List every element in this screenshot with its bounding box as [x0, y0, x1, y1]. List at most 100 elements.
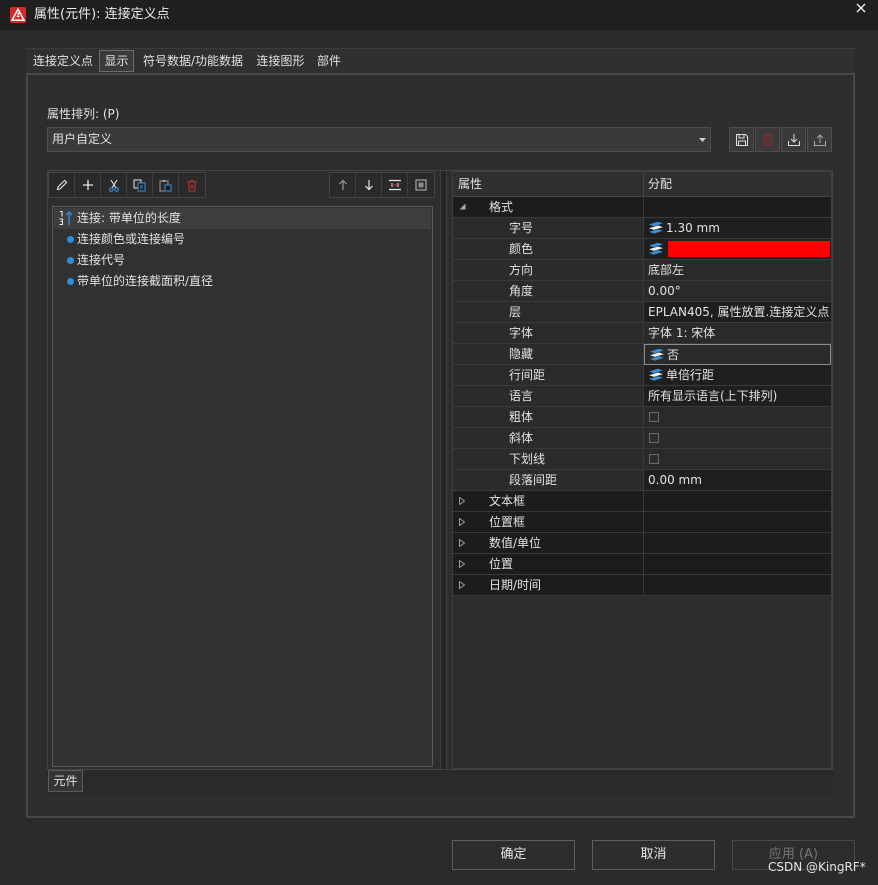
category-name: 日期/时间	[489, 578, 542, 592]
chevron-down-icon	[699, 138, 706, 142]
cut-button[interactable]	[101, 173, 127, 197]
property-value-direction[interactable]: 底部左	[644, 260, 831, 281]
list-item[interactable]: 连接颜色或连接编号	[54, 229, 431, 250]
arrangement-dropdown[interactable]: 用户自定义	[47, 127, 711, 152]
title-bar: 属性(元件): 连接定义点	[0, 0, 878, 30]
arrow-down-icon	[364, 179, 374, 191]
panel-splitter[interactable]	[440, 171, 447, 769]
list-item-label: 连接: 带单位的长度	[77, 211, 181, 225]
insert-separator-icon	[388, 179, 402, 191]
cancel-button[interactable]: 取消	[592, 840, 715, 870]
value-text: 所有显示语言(上下排列)	[648, 389, 778, 403]
layer-stack-icon	[648, 221, 664, 235]
category-row-date-time[interactable]: 日期/时间	[453, 575, 831, 596]
save-arrangement-button[interactable]	[729, 127, 754, 152]
property-value-font-size[interactable]: 1.30 mm	[644, 218, 831, 239]
property-row-layer[interactable]: 层 EPLAN405, 属性放置.连接定义点	[453, 302, 831, 323]
category-row-value-unit[interactable]: 数值/单位	[453, 533, 831, 554]
list-item[interactable]: 连接: 带单位的长度	[54, 208, 431, 229]
property-value-language[interactable]: 所有显示语言(上下排列)	[644, 386, 831, 407]
paste-button[interactable]	[153, 173, 179, 197]
name-cell: 斜体	[453, 428, 644, 449]
tab-connection-definition-point[interactable]: 连接定义点	[28, 50, 98, 72]
property-value-line-spacing[interactable]: 单倍行距	[644, 365, 831, 386]
tab-symbol-function-data[interactable]: 符号数据/功能数据	[138, 50, 248, 72]
property-value-paragraph-spacing[interactable]: 0.00 mm	[644, 470, 831, 491]
name-cell: 颜色	[453, 239, 644, 260]
property-value-hidden[interactable]: 否	[644, 344, 831, 365]
tab-display[interactable]: 显示	[99, 50, 134, 72]
category-row-text-frame[interactable]: 文本框	[453, 491, 831, 512]
category-row-position-frame[interactable]: 位置框	[453, 512, 831, 533]
bold-checkbox[interactable]	[649, 412, 659, 422]
import-arrangement-button[interactable]	[781, 127, 806, 152]
underline-checkbox[interactable]	[649, 454, 659, 464]
property-name: 段落间距	[509, 473, 558, 487]
property-value-font[interactable]: 字体 1: 宋体	[644, 323, 831, 344]
category-name: 文本框	[489, 494, 526, 508]
move-down-button[interactable]	[356, 173, 382, 197]
property-row-underline[interactable]: 下划线	[453, 449, 831, 470]
italic-checkbox[interactable]	[649, 433, 659, 443]
tab-component[interactable]: 元件	[48, 770, 83, 792]
property-row-angle[interactable]: 角度 0.00°	[453, 281, 831, 302]
color-swatch[interactable]	[668, 241, 830, 257]
property-row-language[interactable]: 语言 所有显示语言(上下排列)	[453, 386, 831, 407]
property-row-font-size[interactable]: 字号 1.30 mm	[453, 218, 831, 239]
copy-button[interactable]	[127, 173, 153, 197]
name-cell: 隐藏	[453, 344, 644, 365]
expanded-arrow-icon[interactable]	[459, 203, 466, 210]
frame-button[interactable]	[408, 173, 434, 197]
name-cell: 日期/时间	[453, 575, 644, 596]
collapsed-arrow-icon[interactable]	[459, 581, 465, 589]
list-toolbar-order	[329, 172, 435, 198]
name-cell: 方向	[453, 260, 644, 281]
close-button[interactable]	[851, 0, 871, 16]
tab-parts[interactable]: 部件	[313, 50, 345, 72]
property-list[interactable]: 连接: 带单位的长度 连接颜色或连接编号 连接代号 带单位的连接截面积/直径	[52, 206, 433, 767]
collapsed-arrow-icon[interactable]	[459, 560, 465, 568]
export-icon	[813, 133, 827, 147]
add-button[interactable]	[75, 173, 101, 197]
property-row-hidden[interactable]: 隐藏 否	[453, 344, 831, 365]
edit-button[interactable]	[49, 173, 75, 197]
property-row-bold[interactable]: 粗体	[453, 407, 831, 428]
delete-item-button[interactable]	[179, 173, 205, 197]
property-name: 粗体	[509, 410, 534, 424]
tab-connection-graphic[interactable]: 连接图形	[252, 50, 309, 72]
export-arrangement-button[interactable]	[807, 127, 832, 152]
property-row-italic[interactable]: 斜体	[453, 428, 831, 449]
property-value-layer[interactable]: EPLAN405, 属性放置.连接定义点	[644, 302, 831, 323]
collapsed-arrow-icon[interactable]	[459, 518, 465, 526]
property-value-italic	[644, 428, 831, 449]
move-up-button[interactable]	[330, 173, 356, 197]
property-value-angle[interactable]: 0.00°	[644, 281, 831, 302]
category-row-position[interactable]: 位置	[453, 554, 831, 575]
property-name: 语言	[509, 389, 534, 403]
delete-arrangement-button[interactable]	[755, 127, 780, 152]
list-item[interactable]: 连接代号	[54, 250, 431, 271]
collapsed-arrow-icon[interactable]	[459, 497, 465, 505]
header-property[interactable]: 属性	[458, 172, 482, 196]
property-value-color[interactable]	[644, 239, 831, 260]
import-icon	[787, 133, 801, 147]
category-row-format[interactable]: 格式	[453, 197, 831, 218]
property-row-font[interactable]: 字体 字体 1: 宋体	[453, 323, 831, 344]
header-value[interactable]: 分配	[648, 172, 672, 196]
insert-separator-button[interactable]	[382, 173, 408, 197]
list-item[interactable]: 带单位的连接截面积/直径	[54, 271, 431, 292]
bullet-icon	[67, 257, 74, 264]
property-row-paragraph-spacing[interactable]: 段落间距 0.00 mm	[453, 470, 831, 491]
collapsed-arrow-icon[interactable]	[459, 539, 465, 547]
property-row-line-spacing[interactable]: 行间距 单倍行距	[453, 365, 831, 386]
value-cell	[644, 533, 831, 554]
ok-button[interactable]: 确定	[452, 840, 575, 870]
category-name: 位置	[489, 557, 514, 571]
name-cell: 文本框	[453, 491, 644, 512]
value-cell	[644, 554, 831, 575]
column-divider[interactable]	[643, 172, 644, 196]
property-row-color[interactable]: 颜色	[453, 239, 831, 260]
property-row-direction[interactable]: 方向 底部左	[453, 260, 831, 281]
frame-icon	[415, 179, 427, 191]
layer-stack-icon	[648, 242, 664, 256]
